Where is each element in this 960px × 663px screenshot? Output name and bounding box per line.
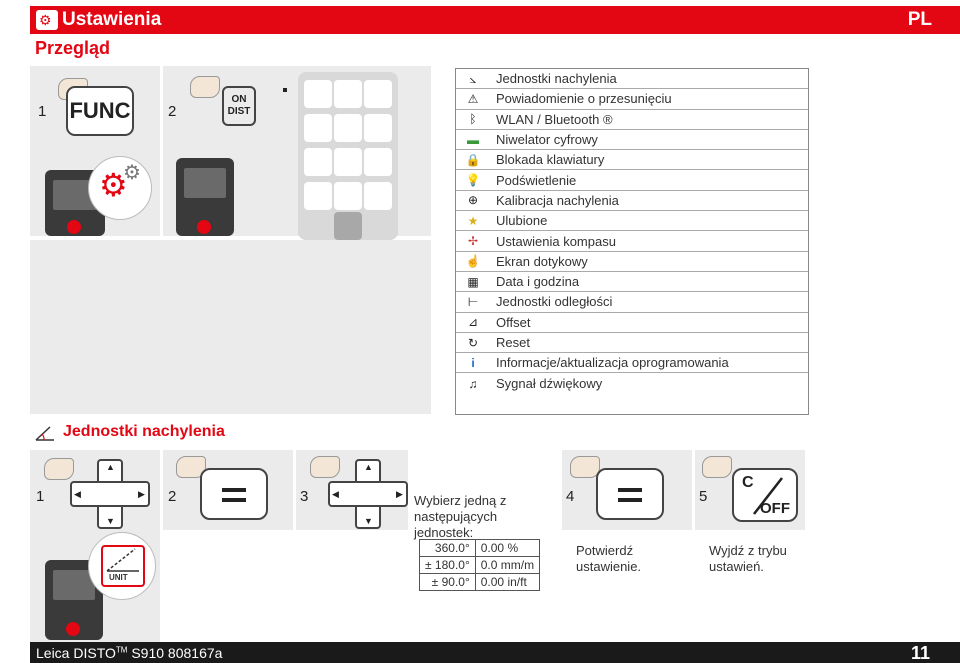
wlan-bluetooth-icon: ᛒ xyxy=(469,112,477,127)
func-key[interactable]: FUNC xyxy=(66,86,134,136)
step5-instruction: Wyjdź z trybu ustawień. xyxy=(709,543,787,574)
on-dist-key[interactable]: ON DIST xyxy=(222,86,256,126)
menu-item[interactable]: ⦣ Jednostki nachylenia xyxy=(456,69,808,90)
equals-key[interactable] xyxy=(200,468,268,520)
page-number: 11 xyxy=(910,643,930,663)
menu-item[interactable]: i Informacje/aktualizacja oprogramowania xyxy=(456,353,808,374)
settings-gear-icon: ⚙ xyxy=(36,10,58,30)
navigation-pad[interactable]: ▲ ▼ ◀ ▶ xyxy=(70,459,150,529)
info-icon: i xyxy=(471,355,475,370)
tilt-unit-circle: UNIT xyxy=(88,532,156,600)
settings-gear-circle: ⚙ ⚙ xyxy=(88,156,152,220)
menu-item[interactable]: ⚠ Powiadomienie o przesunięciu xyxy=(456,89,808,110)
navigation-pad[interactable]: ▲ ▼ ◀ ▶ xyxy=(328,459,408,529)
tilt-unit-icon xyxy=(34,424,56,442)
page-title: Ustawienia xyxy=(62,9,162,30)
step-number: 1 xyxy=(38,103,47,120)
calendar-icon: ▦ xyxy=(467,274,479,289)
menu-item[interactable]: ▦ Data i godzina xyxy=(456,272,808,293)
menu-item[interactable]: 🔒 Blokada klawiatury xyxy=(456,150,808,171)
footer-bar: Leica DISTOTM S910 808167a 11 xyxy=(30,642,960,663)
step-number: 2 xyxy=(168,488,177,505)
dot-marker xyxy=(283,88,287,92)
tilt-calibration-icon: ⊕ xyxy=(467,193,479,208)
step-number: 5 xyxy=(699,488,708,505)
bulb-icon: 💡 xyxy=(465,173,481,188)
music-icon: ♫ xyxy=(468,376,478,391)
product-name: Leica DISTOTM S910 808167a xyxy=(36,645,223,661)
section-title: Jednostki nachylenia xyxy=(63,423,225,440)
step3-instruction: Wybierz jedną z następujących jednostek: xyxy=(414,493,507,540)
unit-label: UNIT xyxy=(109,573,128,582)
offset-alert-icon: ⚠ xyxy=(467,91,479,106)
menu-item[interactable]: ⊿ Offset xyxy=(456,313,808,333)
compass-icon: ✢ xyxy=(467,234,479,249)
language-code: PL xyxy=(907,9,932,30)
menu-item[interactable]: ✢ Ustawienia kompasu xyxy=(456,231,808,252)
menu-item[interactable]: ⊕ Kalibracja nachylenia xyxy=(456,191,808,212)
settings-menu-list: ⦣ Jednostki nachylenia ⚠ Powiadomienie o p… xyxy=(455,68,809,415)
reset-icon: ↻ xyxy=(467,335,479,350)
touch-icon: ☝ xyxy=(465,254,481,269)
menu-item[interactable]: ▬ Niwelator cyfrowy xyxy=(456,130,808,151)
ruler-icon: ⊢ xyxy=(467,294,479,309)
lock-icon: 🔒 xyxy=(465,152,481,167)
section-subtitle: Przegląd xyxy=(35,38,111,58)
step-number: 3 xyxy=(300,488,309,505)
menu-item[interactable]: ♫ Sygnał dźwiękowy xyxy=(456,373,808,393)
finger-icon xyxy=(190,76,220,98)
table-row[interactable]: 360.0° 0.00 % xyxy=(419,539,541,557)
finger-icon xyxy=(702,456,732,478)
units-table: 360.0° 0.00 % ± 180.0° 0.0 mm/m ± 90.0° … xyxy=(419,539,541,591)
offset-icon: ⊿ xyxy=(467,315,479,330)
clear-off-key[interactable]: C OFF xyxy=(732,468,798,522)
level-icon: ▬ xyxy=(467,132,479,147)
step-number: 2 xyxy=(168,103,177,120)
overview-panel-3 xyxy=(30,240,431,414)
step-number: 4 xyxy=(566,488,575,505)
table-row[interactable]: ± 180.0° 0.0 mm/m xyxy=(419,556,541,574)
step4-instruction: Potwierdź ustawienie. xyxy=(576,543,642,574)
header-bar: ⚙ Ustawienia PL xyxy=(30,6,960,34)
menu-item[interactable]: ☝ Ekran dotykowy xyxy=(456,252,808,272)
keypad-image xyxy=(298,72,398,240)
menu-item[interactable]: ⊢ Jednostki odległości xyxy=(456,292,808,313)
menu-item[interactable]: 💡 Podświetlenie xyxy=(456,170,808,191)
menu-item[interactable]: ᛒ WLAN / Bluetooth ® xyxy=(456,110,808,130)
star-icon: ★ xyxy=(467,213,479,228)
tilt-unit-icon: ⦣ xyxy=(469,71,477,86)
menu-item[interactable]: ↻ Reset xyxy=(456,333,808,354)
table-row[interactable]: ± 90.0° 0.00 in/ft xyxy=(419,573,541,591)
step-number: 1 xyxy=(36,488,45,505)
menu-item[interactable]: ★ Ulubione xyxy=(456,211,808,232)
equals-key[interactable] xyxy=(596,468,664,520)
device-image xyxy=(176,158,234,236)
